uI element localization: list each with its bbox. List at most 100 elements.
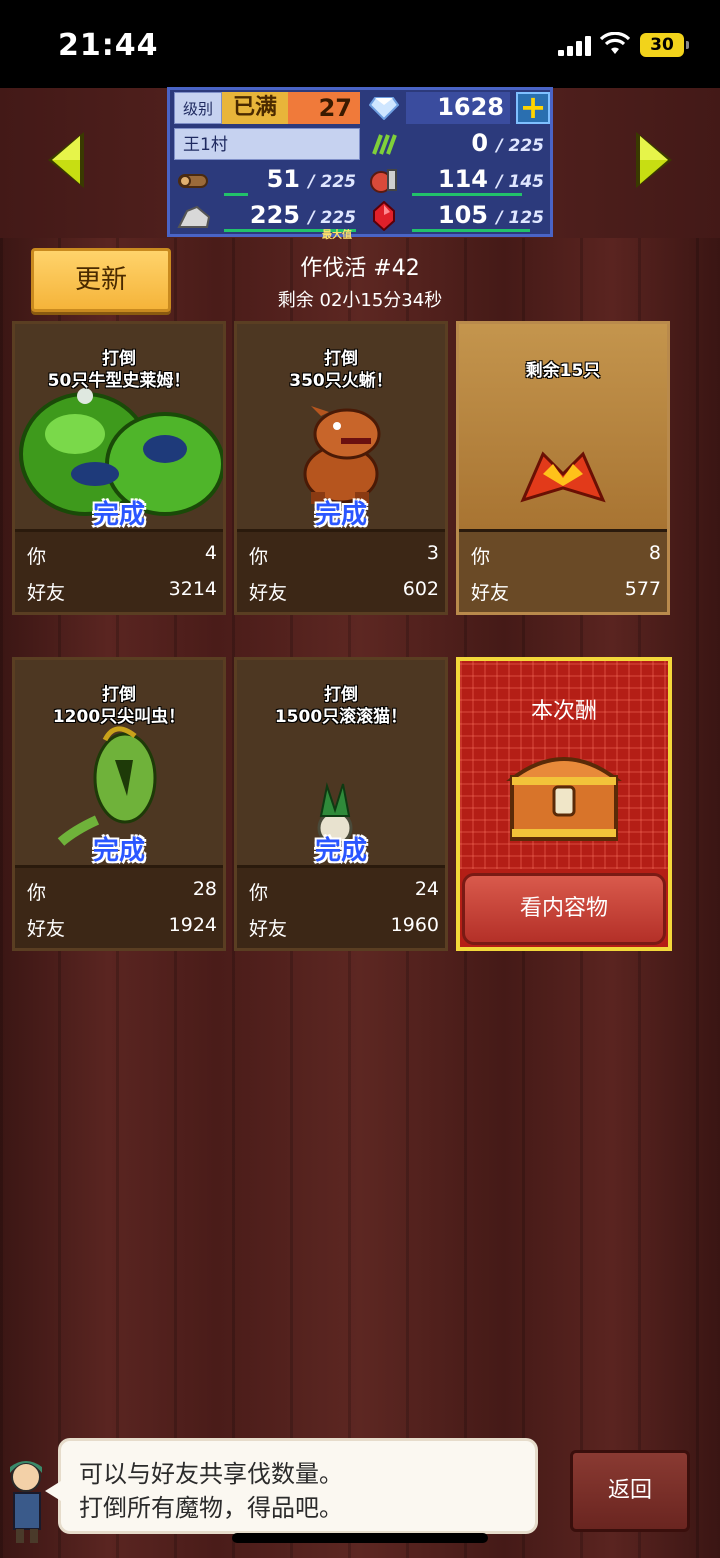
you-count: 你 3 bbox=[245, 542, 439, 572]
village-name: 王1村 bbox=[174, 128, 360, 160]
mana-cap: / 125 bbox=[496, 208, 544, 228]
update-button[interactable]: 更新 bbox=[31, 248, 171, 312]
you-value: 4 bbox=[204, 542, 217, 564]
quest-title-line1: 打倒 bbox=[324, 349, 358, 369]
ruby-icon bbox=[366, 200, 402, 232]
clock: 21:44 bbox=[58, 28, 159, 63]
you-label: 你 bbox=[27, 546, 47, 568]
you-value: 28 bbox=[192, 878, 217, 900]
chest-icon bbox=[506, 757, 622, 841]
quest-status: 完成 bbox=[314, 836, 367, 866]
level-status: 已满 bbox=[222, 92, 288, 124]
quest-title-line1: 打倒 bbox=[324, 685, 358, 705]
event-title: 作伐活 #42 bbox=[300, 256, 420, 281]
diamond-icon bbox=[366, 92, 402, 124]
quest-title-line1: 打倒 bbox=[102, 349, 136, 369]
you-count: 你 28 bbox=[23, 878, 217, 908]
npc-dialog: 可以与好友共享伐数量。 打倒所有魔物，得品吧。 bbox=[45, 1438, 538, 1534]
back-button[interactable]: 返回 bbox=[570, 1450, 690, 1532]
friends-label: 好友 bbox=[27, 582, 66, 604]
you-value: 24 bbox=[414, 878, 439, 900]
mana-value: 105 bbox=[437, 201, 489, 229]
quest-title-line2: 1200只尖叫虫！ bbox=[52, 707, 186, 727]
you-count: 你 8 bbox=[467, 542, 661, 572]
friends-label: 好友 bbox=[27, 918, 66, 940]
grass-icon bbox=[366, 128, 402, 160]
you-label: 你 bbox=[27, 882, 47, 904]
monster-image bbox=[459, 324, 667, 532]
quest-title-line1: 打倒 bbox=[102, 685, 136, 705]
quest-status: 完成 bbox=[92, 836, 145, 866]
quest-card[interactable]: 打倒 50只牛型史莱姆！ 完成 你 4 好友 3214 bbox=[12, 321, 226, 615]
signal-icon bbox=[558, 36, 592, 56]
friends-count: 好友 3214 bbox=[23, 578, 217, 608]
next-arrow-icon[interactable] bbox=[630, 130, 676, 190]
friends-count: 好友 602 bbox=[245, 578, 439, 608]
ore-cap: / 225 bbox=[308, 208, 356, 228]
grass-amount: 0 / 225 bbox=[406, 128, 550, 160]
food-value: 114 bbox=[437, 165, 489, 193]
friends-label: 好友 bbox=[471, 582, 510, 604]
friends-count: 好友 577 bbox=[467, 578, 661, 608]
home-indicator[interactable] bbox=[232, 1533, 488, 1543]
quest-title-line1: 剩余15只 bbox=[525, 361, 601, 381]
quest-title: 打倒 1200只尖叫虫！ bbox=[15, 684, 223, 728]
stats-row-wood: 51 / 225 114 / 145 bbox=[170, 162, 550, 198]
wood-icon bbox=[176, 164, 212, 196]
quest-card[interactable]: 打倒 350只火蜥！ 完成 你 3 好友 602 bbox=[234, 321, 448, 615]
friends-value: 1924 bbox=[168, 914, 217, 936]
grass-cap: / 225 bbox=[496, 136, 544, 156]
you-label: 你 bbox=[471, 546, 491, 568]
quest-title-line2: 1500只滚滚猫！ bbox=[274, 707, 408, 727]
wood-cap: / 225 bbox=[308, 172, 356, 192]
reward-card: 本次酬 看内容物 bbox=[456, 657, 672, 951]
level-value: 27 bbox=[288, 92, 360, 124]
quest-card[interactable]: 打倒 1500只滚滚猫！ 完成 你 24 好友 1960 bbox=[234, 657, 448, 951]
food-icon bbox=[366, 164, 402, 196]
dialog-line-2: 打倒所有魔物，得品吧。 bbox=[79, 1494, 343, 1522]
quest-card[interactable]: 打倒 1200只尖叫虫！ 完成 你 28 好友 1924 bbox=[12, 657, 226, 951]
quest-card-active[interactable]: 剩余15只 你 8 好友 577 bbox=[456, 321, 670, 615]
ore-icon bbox=[176, 200, 212, 232]
you-value: 8 bbox=[648, 542, 661, 564]
quest-title-line2: 50只牛型史莱姆！ bbox=[47, 371, 191, 391]
grass-value: 0 bbox=[471, 129, 489, 157]
mana-amount: 105 / 125 bbox=[406, 200, 550, 232]
quest-status: 完成 bbox=[92, 500, 145, 530]
wood-amount: 51 / 225 bbox=[214, 164, 360, 196]
you-label: 你 bbox=[249, 546, 269, 568]
friends-value: 602 bbox=[402, 578, 439, 600]
quest-title: 打倒 350只火蜥！ bbox=[237, 348, 445, 392]
friends-value: 3214 bbox=[168, 578, 217, 600]
level-label: 级别 bbox=[174, 92, 222, 124]
plus-icon[interactable]: + bbox=[516, 91, 550, 124]
friends-count: 好友 1960 bbox=[245, 914, 439, 944]
stats-row-level: 级别 已满 27 1628 + bbox=[170, 90, 550, 126]
dialog-line-1: 可以与好友共享伐数量。 bbox=[79, 1460, 343, 1488]
resource-panel: 级别 已满 27 1628 + 王1村 0 / 225 51 / 225 114… bbox=[167, 87, 553, 241]
you-label: 你 bbox=[249, 882, 269, 904]
quest-title-line2: 350只火蜥！ bbox=[289, 371, 393, 391]
reward-title: 本次酬 bbox=[530, 699, 597, 724]
battery-icon: 30 bbox=[640, 33, 689, 57]
wifi-icon bbox=[600, 32, 630, 54]
friends-count: 好友 1924 bbox=[23, 914, 217, 944]
you-value: 3 bbox=[426, 542, 439, 564]
stats-row-village: 王1村 0 / 225 bbox=[170, 126, 550, 162]
wood-value: 51 bbox=[266, 165, 301, 193]
status-bar: 21:44 30 bbox=[0, 0, 720, 88]
gems-value: 1628 bbox=[406, 92, 510, 124]
quest-title: 剩余15只 bbox=[459, 360, 667, 382]
ore-value: 225 bbox=[249, 201, 301, 229]
remaining-time: 剩余 02小15分34秒 bbox=[277, 290, 443, 311]
food-amount: 114 / 145 bbox=[406, 164, 550, 196]
quest-title: 打倒 1500只滚滚猫！ bbox=[237, 684, 445, 728]
prev-arrow-icon[interactable] bbox=[44, 130, 90, 190]
view-contents-button[interactable]: 看内容物 bbox=[462, 873, 666, 945]
quest-title: 打倒 50只牛型史莱姆！ bbox=[15, 348, 223, 392]
quest-status: 完成 bbox=[314, 500, 367, 530]
food-cap: / 145 bbox=[496, 172, 544, 192]
friends-label: 好友 bbox=[249, 918, 288, 940]
friends-value: 577 bbox=[624, 578, 661, 600]
stats-row-ore: 225 / 225 最大值 105 / 125 bbox=[170, 198, 550, 241]
